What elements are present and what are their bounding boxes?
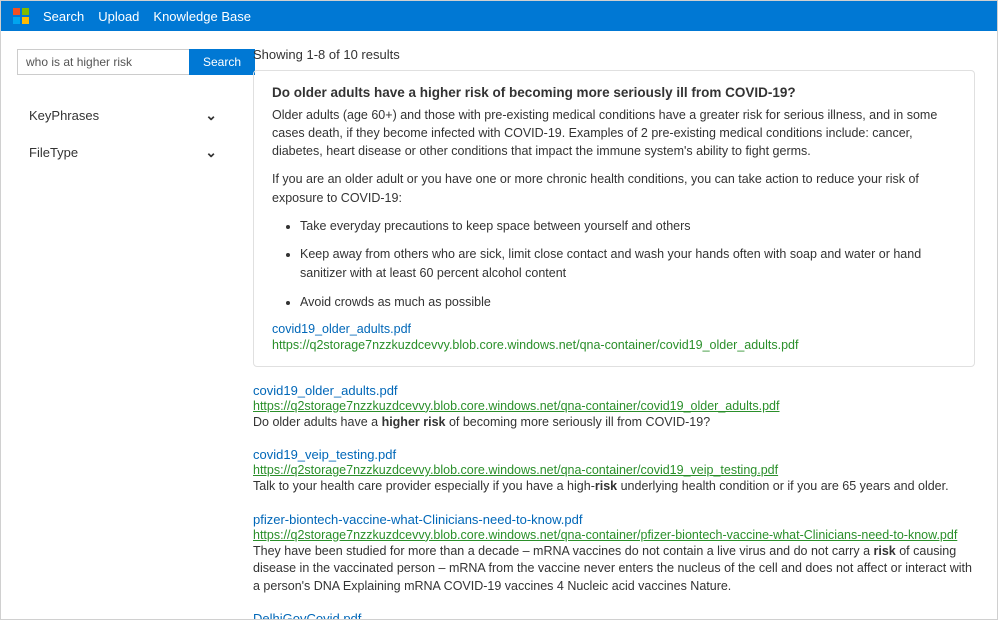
- chevron-down-icon: ⌄: [205, 107, 217, 124]
- snippet-highlight: risk: [874, 544, 896, 558]
- answer-bullet: Take everyday precautions to keep space …: [300, 217, 956, 236]
- facet-label: FileType: [29, 145, 78, 160]
- answer-paragraph: Older adults (age 60+) and those with pr…: [272, 106, 956, 160]
- search-result: covid19_older_adults.pdf https://q2stora…: [253, 383, 975, 432]
- app-frame: Search Upload Knowledge Base Search KeyP…: [0, 0, 998, 620]
- result-title[interactable]: covid19_older_adults.pdf: [253, 383, 398, 398]
- result-url[interactable]: https://q2storage7nzzkuzdcevvy.blob.core…: [253, 463, 975, 477]
- snippet-highlight: higher risk: [382, 415, 446, 429]
- facet-keyphrases[interactable]: KeyPhrases ⌄: [17, 99, 231, 132]
- search-result: pfizer-biontech-vaccine-what-Clinicians-…: [253, 512, 975, 596]
- search-row: Search: [17, 49, 231, 75]
- facets: KeyPhrases ⌄ FileType ⌄: [17, 99, 231, 169]
- snippet-text: of becoming more seriously ill from COVI…: [445, 415, 710, 429]
- result-snippet: Talk to your health care provider especi…: [253, 478, 975, 496]
- result-url[interactable]: https://q2storage7nzzkuzdcevvy.blob.core…: [253, 528, 975, 542]
- answer-bullet: Keep away from others who are sick, limi…: [300, 245, 956, 283]
- content: Search KeyPhrases ⌄ FileType ⌄ Showing 1…: [1, 31, 997, 619]
- topbar: Search Upload Knowledge Base: [1, 1, 997, 31]
- search-result: covid19_veip_testing.pdf https://q2stora…: [253, 447, 975, 496]
- result-title[interactable]: pfizer-biontech-vaccine-what-Clinicians-…: [253, 512, 583, 527]
- snippet-highlight: risk: [595, 479, 617, 493]
- snippet-text: They have been studied for more than a d…: [253, 544, 874, 558]
- result-url[interactable]: https://q2storage7nzzkuzdcevvy.blob.core…: [253, 399, 975, 413]
- nav-search[interactable]: Search: [43, 9, 84, 24]
- answer-doc-title[interactable]: covid19_older_adults.pdf: [272, 322, 956, 336]
- answer-bullets: Take everyday precautions to keep space …: [272, 217, 956, 312]
- results-count: Showing 1-8 of 10 results: [253, 47, 975, 62]
- facet-label: KeyPhrases: [29, 108, 99, 123]
- snippet-text: underlying health condition or if you ar…: [617, 479, 948, 493]
- semantic-answer-card: Do older adults have a higher risk of be…: [253, 70, 975, 367]
- snippet-text: Talk to your health care provider especi…: [253, 479, 595, 493]
- search-result: DelhiGovCovid.pdf https://q2storage7nzzk…: [253, 611, 975, 619]
- chevron-down-icon: ⌄: [205, 144, 217, 161]
- result-snippet: They have been studied for more than a d…: [253, 543, 975, 596]
- answer-question: Do older adults have a higher risk of be…: [272, 85, 956, 100]
- answer-paragraph: If you are an older adult or you have on…: [272, 170, 956, 206]
- results-column[interactable]: Showing 1-8 of 10 results Do older adult…: [231, 31, 997, 619]
- result-title[interactable]: covid19_veip_testing.pdf: [253, 447, 396, 462]
- answer-doc-url[interactable]: https://q2storage7nzzkuzdcevvy.blob.core…: [272, 338, 956, 352]
- microsoft-logo-icon: [13, 8, 29, 24]
- nav-upload[interactable]: Upload: [98, 9, 139, 24]
- nav-knowledge-base[interactable]: Knowledge Base: [153, 9, 251, 24]
- left-column: Search KeyPhrases ⌄ FileType ⌄: [1, 31, 231, 619]
- facet-filetype[interactable]: FileType ⌄: [17, 136, 231, 169]
- snippet-text: Do older adults have a: [253, 415, 382, 429]
- answer-bullet: Avoid crowds as much as possible: [300, 293, 956, 312]
- result-snippet: Do older adults have a higher risk of be…: [253, 414, 975, 432]
- search-input[interactable]: [17, 49, 189, 75]
- result-title[interactable]: DelhiGovCovid.pdf: [253, 611, 361, 619]
